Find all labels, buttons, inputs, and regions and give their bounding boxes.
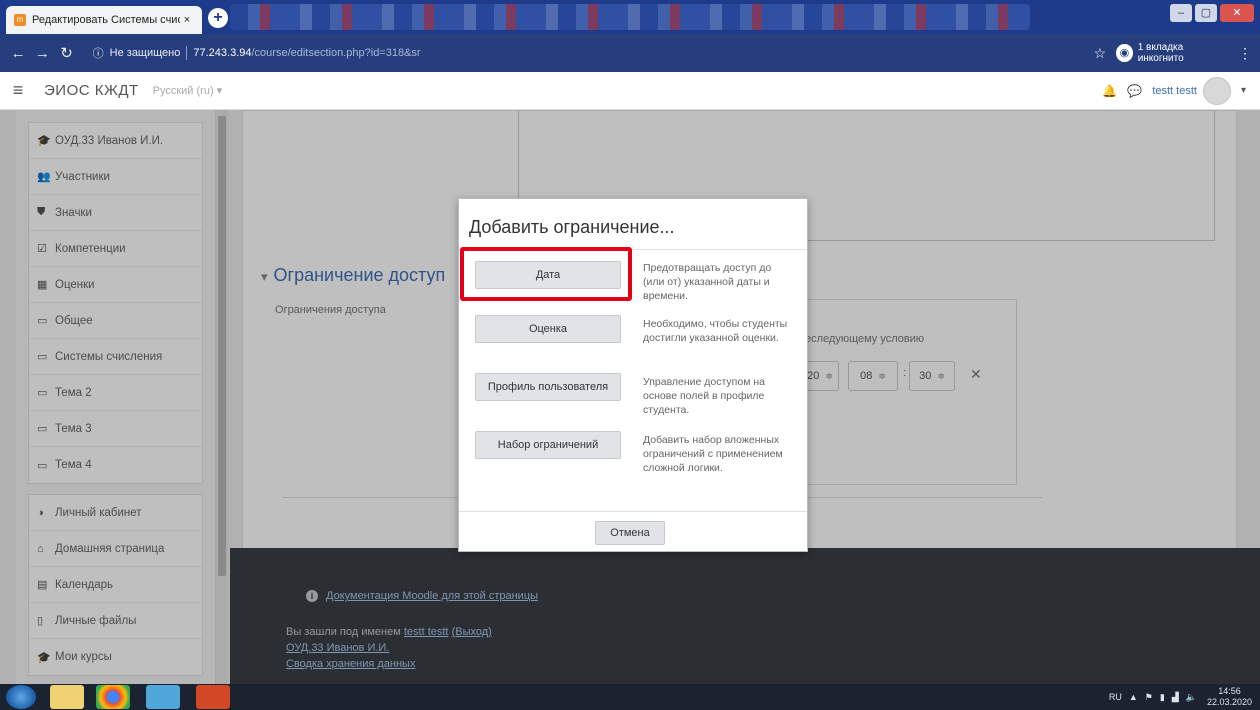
moodle-navbar: ≡ ЭИОС КЖДТ Русский (ru) ▾ 🔔 💬 testt tes…	[0, 72, 1260, 110]
bell-icon[interactable]: 🔔	[1102, 84, 1117, 98]
minimize-button[interactable]: –	[1170, 4, 1192, 22]
volume-icon[interactable]: 🔈	[1186, 692, 1197, 703]
windows-taskbar: RU ▲ ⚑ ▮ ▟ 🔈 14:56 22.03.2020	[0, 684, 1260, 710]
forward-arrow-icon[interactable]: →	[32, 45, 52, 62]
user-name[interactable]: testt testt	[1152, 85, 1197, 97]
tab-title: Редактировать Системы счисле	[32, 14, 180, 26]
signal-icon[interactable]: ▟	[1172, 692, 1179, 703]
file-explorer-icon[interactable]	[50, 685, 84, 709]
dialog-title: Добавить ограничение...	[469, 217, 675, 237]
browser-tab-strip: m Редактировать Системы счисле × + – ▢ ✕	[0, 0, 1260, 34]
maximize-button[interactable]: ▢	[1195, 4, 1217, 22]
user-nav: 🔔 💬 testt testt ▾	[1102, 76, 1246, 105]
highlight-frame	[460, 247, 632, 301]
back-arrow-icon[interactable]: ←	[8, 45, 28, 62]
bookmark-star-icon[interactable]: ☆	[1094, 45, 1107, 62]
profile-restriction-description: Управление доступом на основе полей в пр…	[643, 376, 765, 416]
language-menu[interactable]: Русский (ru) ▾	[153, 84, 223, 97]
date-restriction-description: Предотвращать доступ до (или от) указанн…	[643, 262, 772, 302]
site-brand[interactable]: ЭИОС КЖДТ	[44, 82, 139, 99]
clock-date: 22.03.2020	[1206, 697, 1252, 707]
blurred-tabs	[230, 4, 1030, 30]
restriction-set-button[interactable]: Набор ограничений	[475, 431, 621, 459]
address-bar: ← → ↻ ⓘ Не защищено 77.243.3.94 /course/…	[0, 34, 1260, 72]
moodle-favicon-icon: m	[14, 14, 26, 26]
incognito-label: 1 вкладка инкогнито	[1137, 42, 1184, 64]
start-button-icon[interactable]	[6, 685, 36, 709]
network-icon[interactable]: ▮	[1160, 692, 1165, 703]
info-icon[interactable]: ⓘ	[93, 45, 104, 61]
hamburger-menu-icon[interactable]: ≡	[0, 80, 36, 101]
close-window-button[interactable]: ✕	[1220, 4, 1254, 22]
app-icon[interactable]	[146, 685, 180, 709]
url-separator	[186, 46, 188, 60]
browser-tab-active[interactable]: m Редактировать Системы счисле ×	[6, 6, 202, 34]
grade-restriction-description: Необходимо, чтобы студенты достигли указ…	[643, 318, 788, 344]
incognito-icon: ◉	[1116, 44, 1133, 62]
system-tray: RU ▲ ⚑ ▮ ▟ 🔈 14:56 22.03.2020	[1102, 686, 1252, 708]
cancel-button[interactable]: Отмена	[595, 521, 665, 545]
keyboard-language[interactable]: RU	[1109, 692, 1122, 702]
url-field[interactable]: ⓘ Не защищено 77.243.3.94 /course/editse…	[86, 41, 1090, 65]
restriction-set-description: Добавить набор вложенных ограничений с п…	[643, 434, 783, 474]
user-menu-caret-icon[interactable]: ▾	[1241, 85, 1246, 96]
tab-close-icon[interactable]: ×	[180, 14, 194, 26]
reload-icon[interactable]: ↻	[56, 44, 76, 62]
profile-restriction-button[interactable]: Профиль пользователя	[475, 373, 621, 401]
new-tab-button[interactable]: +	[208, 8, 228, 28]
powerpoint-icon[interactable]	[196, 685, 230, 709]
browser-menu-icon[interactable]: ⋮	[1238, 45, 1252, 62]
incognito-indicator[interactable]: ◉ 1 вкладка инкогнито	[1116, 42, 1224, 64]
window-controls: – ▢ ✕	[1167, 4, 1254, 22]
dialog-footer-divider	[459, 511, 807, 512]
url-host: 77.243.3.94	[193, 47, 252, 59]
chrome-icon[interactable]	[96, 685, 130, 709]
clock-time: 14:56	[1218, 686, 1241, 696]
grade-restriction-button[interactable]: Оценка	[475, 315, 621, 343]
tray-expand-icon[interactable]: ▲	[1129, 692, 1138, 702]
avatar[interactable]	[1202, 76, 1231, 105]
not-secure-label: Не защищено	[109, 47, 181, 59]
flag-icon[interactable]: ⚑	[1145, 692, 1153, 703]
clock[interactable]: 14:56 22.03.2020	[1207, 686, 1252, 708]
url-path: /course/editsection.php?id=318&sr	[251, 47, 421, 59]
chat-icon[interactable]: 💬	[1127, 84, 1142, 98]
